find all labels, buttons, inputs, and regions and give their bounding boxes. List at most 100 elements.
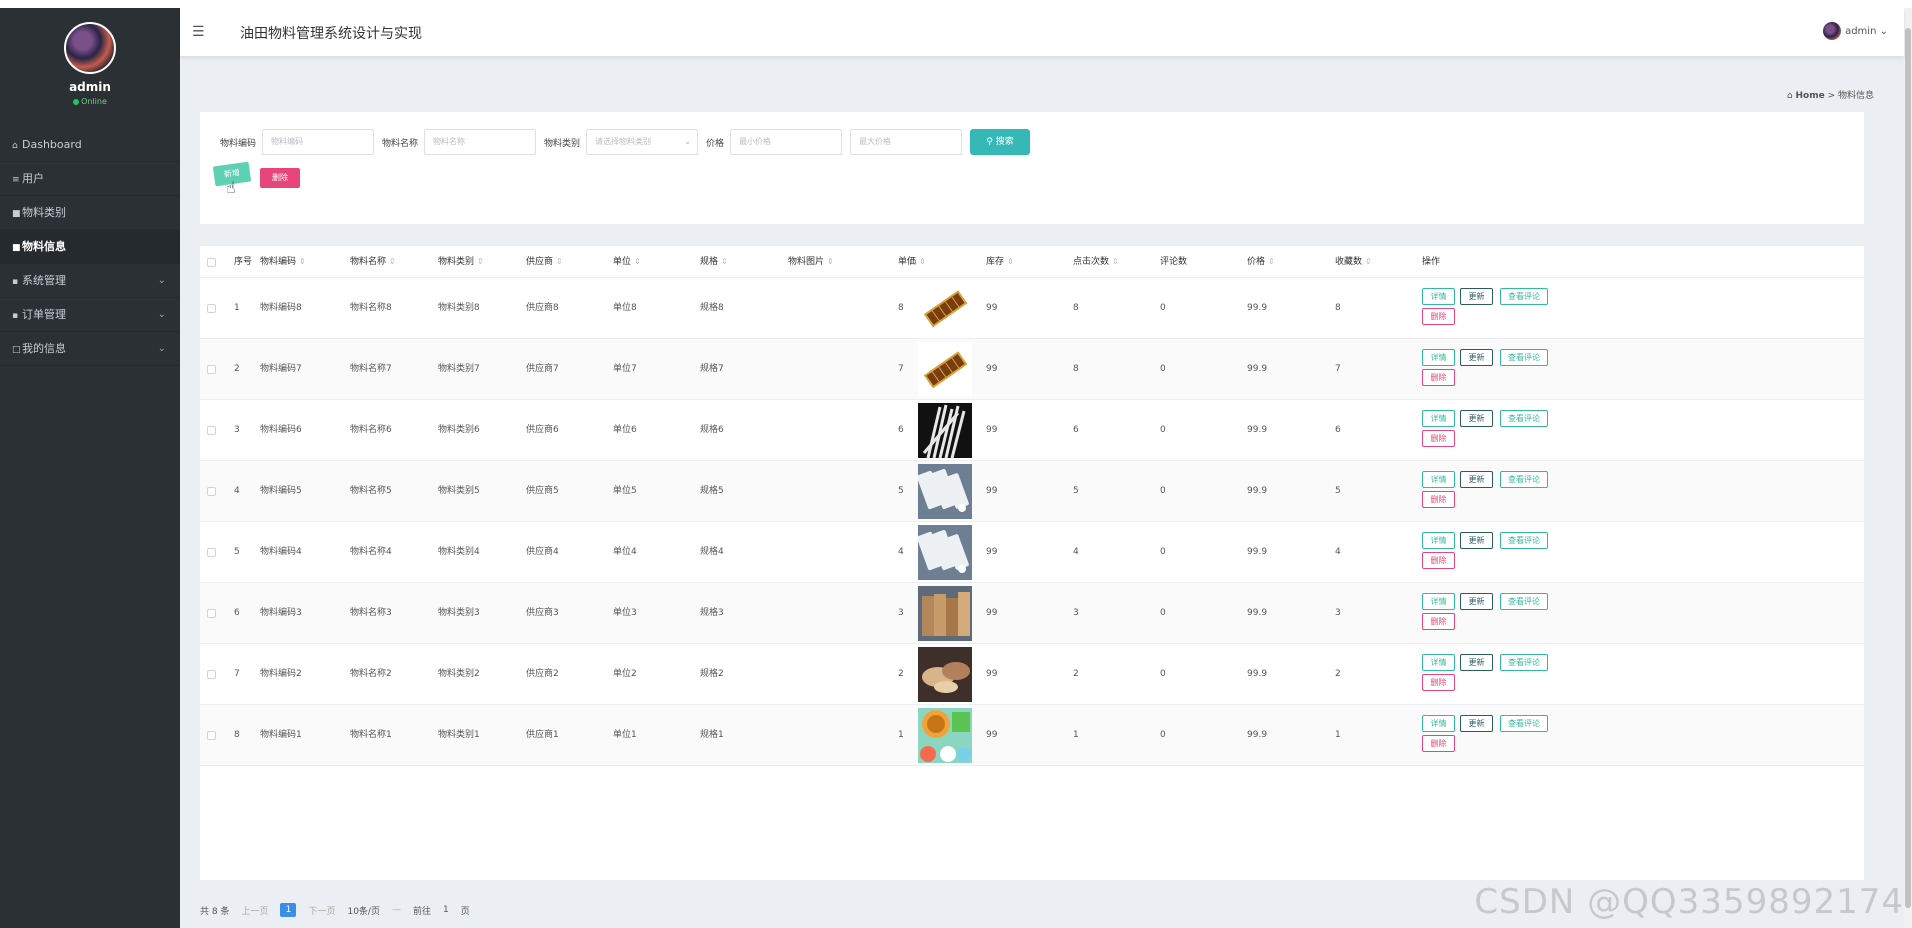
column-header[interactable]: 序号 [234, 246, 252, 278]
sort-icon[interactable]: ⇕ [1365, 257, 1372, 266]
update-button[interactable]: 更新 [1460, 654, 1493, 671]
sort-icon[interactable]: ⇕ [634, 257, 641, 266]
remove-button[interactable]: 删除 [1422, 430, 1455, 447]
detail-button[interactable]: 详情 [1422, 715, 1455, 732]
review-button[interactable]: 查看评论 [1500, 532, 1548, 549]
row-checkbox[interactable] [207, 548, 216, 557]
table-row[interactable]: 3 物料编码6 物料名称6 物料类别6 供应商6 单位6 规格6 6 99 6 0 99.9 6 详情 更新… [200, 400, 1864, 461]
column-header[interactable]: 价格 ⇕ [1247, 246, 1275, 278]
user-menu[interactable]: admin ⌄ [1823, 22, 1888, 40]
detail-button[interactable]: 详情 [1422, 471, 1455, 488]
remove-button[interactable]: 删除 [1422, 613, 1455, 630]
update-button[interactable]: 更新 [1460, 715, 1493, 732]
product-thumbnail[interactable] [918, 647, 972, 702]
review-button[interactable]: 查看评论 [1500, 288, 1548, 305]
review-button[interactable]: 查看评论 [1500, 593, 1548, 610]
goto-input[interactable]: 1 [443, 905, 449, 915]
detail-button[interactable]: 详情 [1422, 349, 1455, 366]
table-row[interactable]: 5 物料编码4 物料名称4 物料类别4 供应商4 单位4 规格4 4 99 4 0 99.9 4 详情 更新… [200, 522, 1864, 583]
row-checkbox[interactable] [207, 365, 216, 374]
sort-icon[interactable]: ⇕ [827, 257, 834, 266]
name-input[interactable]: 物料名称 [424, 129, 537, 155]
sort-icon[interactable]: ⇕ [477, 257, 484, 266]
row-checkbox[interactable] [207, 426, 216, 435]
column-header[interactable]: 供应商 ⇕ [526, 246, 563, 278]
row-checkbox[interactable] [207, 487, 216, 496]
update-button[interactable]: 更新 [1460, 410, 1493, 427]
table-row[interactable]: 2 物料编码7 物料名称7 物料类别7 供应商7 单位7 规格7 7 99 8 0 99.9 7 详情 更新… [200, 339, 1864, 400]
table-row[interactable]: 7 物料编码2 物料名称2 物料类别2 供应商2 单位2 规格2 2 99 2 0 99.9 2 详情 更新… [200, 644, 1864, 705]
search-button[interactable]: ⚲ 搜索 [970, 129, 1031, 155]
product-thumbnail[interactable] [918, 403, 972, 459]
table-row[interactable]: 1 物料编码8 物料名称8 物料类别8 供应商8 单位8 规格8 8 99 8 0 99.9 8 详情 更新… [200, 278, 1864, 339]
sort-icon[interactable]: ⇕ [1112, 257, 1119, 266]
max-price-input[interactable]: 最大价格 [850, 129, 963, 155]
column-header[interactable]: 点击次数 ⇕ [1073, 246, 1119, 278]
table-row[interactable]: 8 物料编码1 物料名称1 物料类别1 供应商1 单位1 规格1 1 99 1 0 99.9 1 详情 更新… [200, 705, 1864, 766]
remove-button[interactable]: 删除 [1422, 369, 1455, 386]
row-checkbox[interactable] [207, 731, 216, 740]
sidebar-item[interactable]: ⌂ Dashboard [0, 128, 180, 162]
row-checkbox[interactable] [207, 609, 216, 618]
column-header[interactable]: 操作 [1422, 246, 1440, 278]
table-row[interactable]: 4 物料编码5 物料名称5 物料类别5 供应商5 单位5 规格5 5 99 5 0 99.9 5 详情 更新… [200, 461, 1864, 522]
product-thumbnail[interactable] [916, 464, 972, 519]
detail-button[interactable]: 详情 [1422, 410, 1455, 427]
page-size-select[interactable]: 10条/页 [347, 904, 380, 917]
column-header[interactable]: 物料类别 ⇕ [438, 246, 484, 278]
column-header[interactable]: 物料图片 ⇕ [788, 246, 834, 278]
column-header[interactable]: 物料名称 ⇕ [350, 246, 396, 278]
column-header[interactable]: 收藏数 ⇕ [1335, 246, 1372, 278]
sort-icon[interactable]: ⇕ [556, 257, 563, 266]
column-header[interactable]: 规格 ⇕ [700, 246, 728, 278]
remove-button[interactable]: 删除 [1422, 674, 1455, 691]
row-checkbox[interactable] [207, 670, 216, 679]
table-row[interactable]: 6 物料编码3 物料名称3 物料类别3 供应商3 单位3 规格3 3 99 3 0 99.9 3 详情 更新… [200, 583, 1864, 644]
sidebar-item[interactable]: ≡ 用户 [0, 162, 180, 196]
column-header[interactable]: 物料编码 ⇕ [260, 246, 306, 278]
column-header[interactable]: 库存 ⇕ [986, 246, 1014, 278]
breadcrumb-home[interactable]: Home [1795, 91, 1824, 101]
sort-icon[interactable]: ⇕ [1007, 257, 1014, 266]
menu-toggle-icon[interactable]: ☰ [192, 24, 205, 40]
batch-delete-button[interactable]: 删除 [260, 168, 300, 188]
sort-icon[interactable]: ⇕ [721, 257, 728, 266]
update-button[interactable]: 更新 [1460, 532, 1493, 549]
review-button[interactable]: 查看评论 [1500, 349, 1548, 366]
code-input[interactable]: 物料编码 [262, 129, 375, 155]
remove-button[interactable]: 删除 [1422, 552, 1455, 569]
review-button[interactable]: 查看评论 [1500, 410, 1548, 427]
update-button[interactable]: 更新 [1460, 471, 1493, 488]
sort-icon[interactable]: ⇕ [389, 257, 396, 266]
review-button[interactable]: 查看评论 [1500, 471, 1548, 488]
detail-button[interactable]: 详情 [1422, 593, 1455, 610]
review-button[interactable]: 查看评论 [1500, 715, 1548, 732]
sidebar-item[interactable]: ▪ 订单管理 ⌄ [0, 298, 180, 332]
product-thumbnail[interactable] [916, 525, 972, 580]
product-thumbnail[interactable] [918, 586, 972, 641]
page-number[interactable]: 1 [280, 903, 297, 917]
prev-page-button[interactable]: 上一页 [241, 904, 268, 917]
sort-icon[interactable]: ⇕ [299, 257, 306, 266]
row-checkbox[interactable] [207, 304, 216, 313]
sidebar-item[interactable]: □我的信息 ⌄ [0, 332, 180, 366]
detail-button[interactable]: 详情 [1422, 654, 1455, 671]
page-scrollbar[interactable] [1904, 8, 1912, 928]
sidebar-item[interactable]: ■物料类别 [0, 196, 180, 230]
sort-icon[interactable]: ⇕ [1268, 257, 1275, 266]
update-button[interactable]: 更新 [1460, 349, 1493, 366]
type-select[interactable]: 请选择物料类别 ⌄ [586, 129, 699, 155]
column-header[interactable]: 单価 ⇕ [898, 246, 926, 278]
sidebar-item[interactable]: ■物料信息 [0, 230, 180, 264]
scrollbar-thumb[interactable] [1905, 28, 1911, 908]
update-button[interactable]: 更新 [1460, 593, 1493, 610]
remove-button[interactable]: 删除 [1422, 308, 1455, 325]
product-thumbnail[interactable] [918, 342, 972, 397]
update-button[interactable]: 更新 [1460, 288, 1493, 305]
remove-button[interactable]: 删除 [1422, 735, 1455, 752]
review-button[interactable]: 查看评论 [1500, 654, 1548, 671]
product-thumbnail[interactable] [918, 281, 972, 336]
remove-button[interactable]: 删除 [1422, 491, 1455, 508]
product-thumbnail[interactable] [918, 708, 972, 763]
avatar[interactable] [64, 22, 116, 74]
